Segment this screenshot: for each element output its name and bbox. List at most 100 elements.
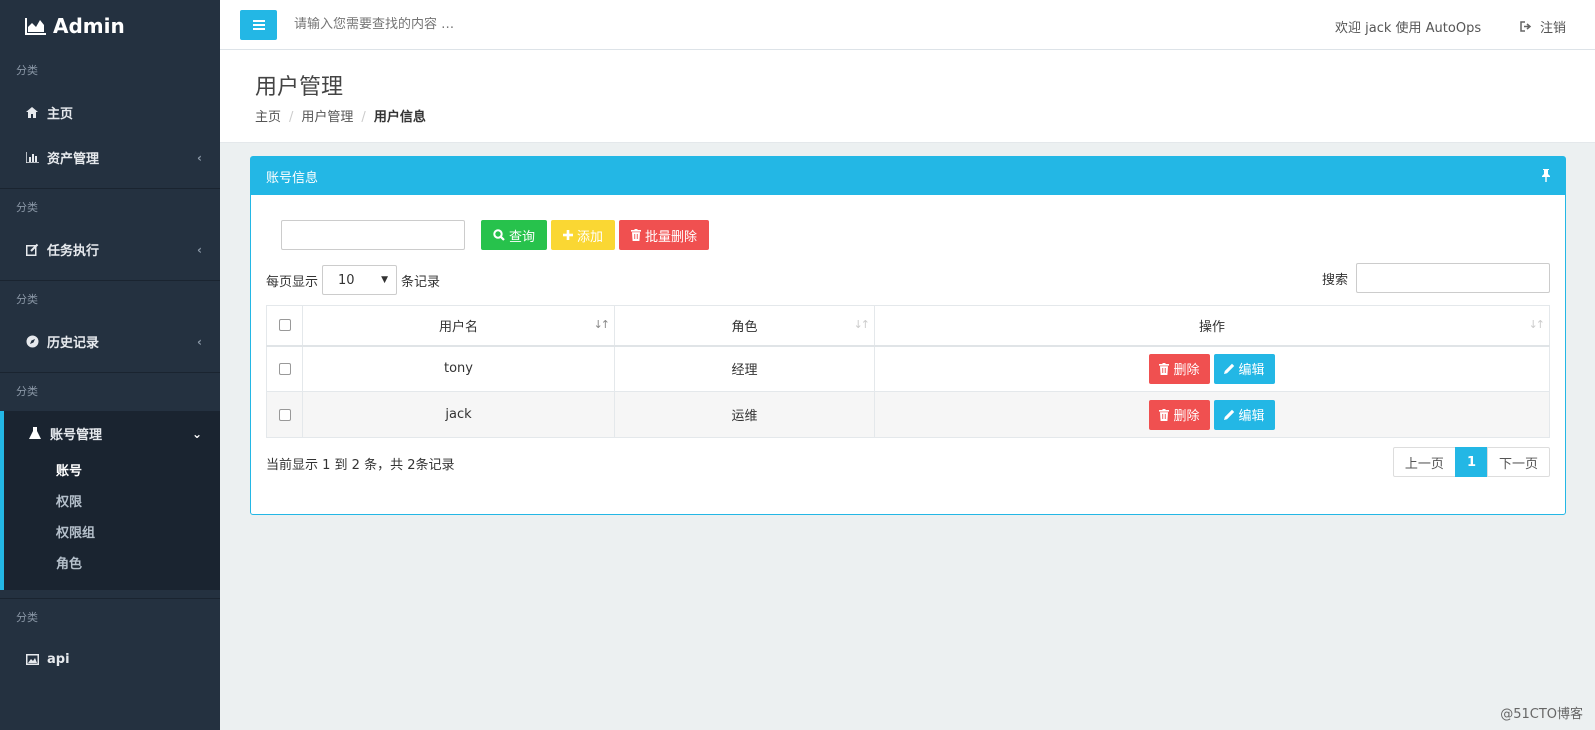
trash-icon <box>631 229 642 241</box>
sidebar-subitem-permission[interactable]: 权限 <box>4 487 220 518</box>
breadcrumb-separator: / <box>289 110 294 125</box>
page-length-control: 每页显示 10 ▼ 条记录 <box>266 265 440 295</box>
caret-down-icon: ▼ <box>381 275 389 285</box>
edit-row-button[interactable]: 编辑 <box>1213 399 1275 430</box>
sidebar-submenu: 账号 权限 权限组 角色 <box>4 456 220 590</box>
sidebar-group-accounts: 账号管理 ⌄ 账号 权限 权限组 角色 <box>0 411 220 590</box>
breadcrumb-separator: / <box>361 110 366 125</box>
sidebar-item-label: 账号管理 <box>50 428 103 443</box>
brand[interactable]: Admin <box>0 0 220 52</box>
chevron-left-icon: ‹ <box>197 242 202 257</box>
row-select-cell <box>266 391 303 438</box>
chevron-left-icon: ‹ <box>197 150 202 165</box>
sidebar-item-label: 任务执行 <box>47 244 100 259</box>
delete-row-button[interactable]: 删除 <box>1149 399 1210 430</box>
sidebar-item-history[interactable]: 历史记录 ‹ <box>0 319 220 364</box>
column-header-actions[interactable]: 操作 ↓↑ <box>874 305 1550 347</box>
sidebar-item-tasks[interactable]: 任务执行 ‹ <box>0 227 220 272</box>
panel-toolbar: 查询 添加 批量删除 <box>281 220 713 250</box>
sidebar-item-home[interactable]: 主页 <box>0 90 220 135</box>
sidebar-subitem-permission-group[interactable]: 权限组 <box>4 518 220 549</box>
plus-icon <box>563 230 574 240</box>
sidebar-item-label: 历史记录 <box>47 336 100 351</box>
batch-delete-button[interactable]: 批量删除 <box>619 220 710 250</box>
account-panel: 账号信息 查询 添加 批量删除 每页显示 10 ▼ 条记录 搜索 用户名 ↓↑ … <box>250 156 1566 515</box>
sidebar-subitem-role[interactable]: 角色 <box>4 549 220 580</box>
chevron-left-icon: ‹ <box>197 334 202 349</box>
chevron-down-icon: ⌄ <box>191 426 202 441</box>
column-header-username[interactable]: 用户名 ↓↑ <box>302 305 615 347</box>
column-header-role[interactable]: 角色 ↓↑ <box>614 305 875 347</box>
prev-page-button[interactable]: 上一页 <box>1392 447 1456 477</box>
pin-icon[interactable] <box>1541 169 1551 182</box>
sidebar-item-label: api <box>47 652 70 667</box>
edit-label: 编辑 <box>1238 363 1265 379</box>
current-page-button[interactable]: 1 <box>1454 447 1488 477</box>
section-label: 分类 <box>16 201 38 214</box>
edit-row-button[interactable]: 编辑 <box>1213 353 1275 384</box>
cell-actions: 删除 编辑 <box>874 345 1550 392</box>
sidebar-item-label: 资产管理 <box>47 152 100 167</box>
breadcrumb-users[interactable]: 用户管理 <box>301 110 353 125</box>
delete-label: 删除 <box>1173 363 1200 379</box>
add-button[interactable]: 添加 <box>551 220 616 250</box>
row-actions: 删除 编辑 <box>1149 353 1275 384</box>
filter-input[interactable] <box>281 220 465 250</box>
row-checkbox[interactable] <box>278 408 291 421</box>
global-search-input[interactable] <box>294 17 694 32</box>
section-label: 分类 <box>16 64 38 77</box>
table-info: 当前显示 1 到 2 条，共 2条记录 <box>266 458 455 473</box>
sidebar-subitem-account[interactable]: 账号 <box>4 456 220 487</box>
page-header: 用户管理 主页 / 用户管理 / 用户信息 <box>220 50 1595 143</box>
page-title: 用户管理 <box>255 75 344 100</box>
sort-asc-icon: ↓↑ <box>593 318 611 331</box>
edit-icon <box>25 243 39 257</box>
image-icon <box>25 653 39 667</box>
pencil-icon <box>1223 409 1234 420</box>
brand-title: Admin <box>53 14 125 38</box>
row-actions: 删除 编辑 <box>1149 399 1275 430</box>
section-label: 分类 <box>16 385 38 398</box>
hamburger-icon <box>252 19 265 30</box>
sort-icon: ↓↑ <box>853 318 871 331</box>
cell-role: 经理 <box>614 345 875 392</box>
sidebar: Admin 分类 主页 资产管理 ‹ 分类 任务执行 ‹ 分类 历史记录 ‹ 分… <box>0 0 220 730</box>
table-search: 搜索 <box>1322 263 1550 293</box>
select-all-checkbox[interactable] <box>278 319 291 332</box>
table-header-row: 用户名 ↓↑ 角色 ↓↑ 操作 ↓↑ <box>266 305 1550 347</box>
row-checkbox[interactable] <box>278 362 291 375</box>
home-icon <box>25 106 39 120</box>
sidebar-item-accounts[interactable]: 账号管理 ⌄ <box>4 411 220 456</box>
sidebar-item-label: 主页 <box>47 107 74 122</box>
edit-label: 编辑 <box>1238 409 1265 424</box>
delete-label: 删除 <box>1173 409 1200 424</box>
sidebar-item-api[interactable]: api <box>0 637 220 682</box>
bar-chart-icon <box>25 151 39 165</box>
query-button[interactable]: 查询 <box>481 220 548 250</box>
table-search-input[interactable] <box>1356 263 1550 293</box>
next-page-button[interactable]: 下一页 <box>1486 447 1550 477</box>
pagination: 上一页 1 下一页 <box>1392 447 1550 477</box>
menu-toggle-button[interactable] <box>240 9 277 40</box>
trash-icon <box>1159 362 1170 375</box>
table-row: tony 经理 删除 编辑 <box>266 345 1550 392</box>
panel-title: 账号信息 <box>266 170 319 186</box>
sidebar-item-assets[interactable]: 资产管理 ‹ <box>0 135 220 180</box>
delete-row-button[interactable]: 删除 <box>1149 353 1210 384</box>
logout-link[interactable]: 注销 <box>1520 17 1566 36</box>
section-label: 分类 <box>16 293 38 306</box>
users-table: 用户名 ↓↑ 角色 ↓↑ 操作 ↓↑ tony 经理 删除 编辑 jack 运维… <box>266 305 1550 438</box>
page-length-select[interactable]: 10 ▼ <box>322 265 398 295</box>
row-select-cell <box>266 345 303 392</box>
breadcrumb-home[interactable]: 主页 <box>255 110 281 125</box>
column-label: 用户名 <box>438 319 478 335</box>
search-icon <box>493 229 505 241</box>
cell-role: 运维 <box>614 391 875 438</box>
compass-icon <box>25 335 39 349</box>
length-suffix: 条记录 <box>401 274 441 290</box>
column-label: 角色 <box>731 319 758 335</box>
cell-username: jack <box>302 391 615 438</box>
query-button-label: 查询 <box>509 229 536 245</box>
logout-label: 注销 <box>1540 21 1567 36</box>
panel-header: 账号信息 <box>251 157 1565 195</box>
